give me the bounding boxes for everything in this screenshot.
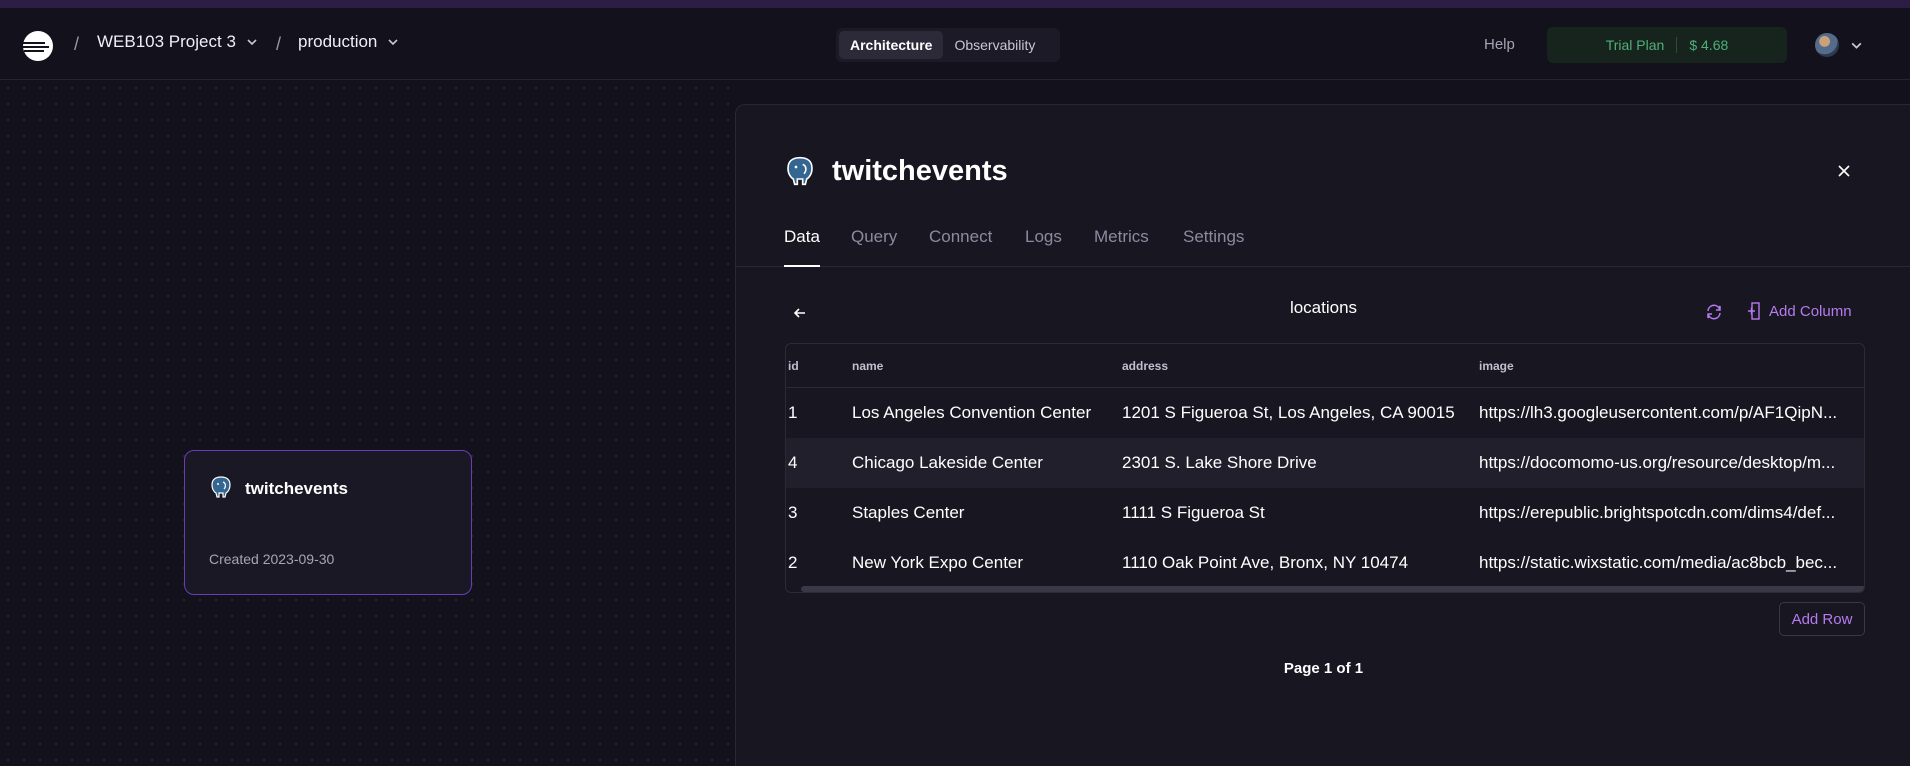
tab-connect[interactable]: Connect: [929, 225, 992, 267]
node-title: twitchevents: [245, 479, 348, 498]
cell-id: 1: [788, 403, 798, 422]
data-table: id name address image 1 Los Angeles Conv…: [785, 343, 1865, 593]
project-selector[interactable]: WEB103 Project 3: [97, 32, 258, 52]
top-navbar: / WEB103 Project 3 / production Architec…: [0, 8, 1910, 80]
panel-title: twitchevents: [832, 155, 1008, 187]
user-avatar[interactable]: [1815, 33, 1839, 57]
plan-label: Trial Plan: [1605, 37, 1665, 53]
horizontal-scrollbar[interactable]: [801, 586, 1864, 592]
column-header-address[interactable]: address: [1122, 359, 1472, 373]
table-row[interactable]: 3 Staples Center 1111 S Figueroa St http…: [786, 488, 1864, 538]
table-row[interactable]: 1 Los Angeles Convention Center 1201 S F…: [786, 388, 1864, 438]
architecture-canvas[interactable]: twitchevents Created 2023-09-30: [0, 80, 735, 766]
column-header-name[interactable]: name: [852, 359, 1112, 373]
help-link[interactable]: Help: [1484, 36, 1515, 53]
service-detail-panel: twitchevents Data Query Connect Logs Met…: [735, 104, 1910, 766]
tab-data[interactable]: Data: [784, 225, 820, 267]
chevron-down-icon: [388, 39, 398, 46]
pagination-label: Page 1 of 1: [1283, 660, 1364, 677]
cell-name: Chicago Lakeside Center: [852, 453, 1043, 472]
panel-tabs: Data Query Connect Logs Metrics Settings: [736, 225, 1910, 267]
observability-tab[interactable]: Observability: [943, 31, 1046, 59]
close-icon[interactable]: [1836, 163, 1852, 179]
chevron-down-icon: [247, 39, 257, 46]
cell-id: 4: [788, 453, 798, 472]
project-name: WEB103 Project 3: [97, 32, 236, 51]
add-column-label: Add Column: [1769, 302, 1852, 320]
table-row[interactable]: 2 New York Expo Center 1110 Oak Point Av…: [786, 538, 1864, 588]
node-created-date: Created 2023-09-30: [209, 551, 335, 567]
tab-settings[interactable]: Settings: [1183, 225, 1244, 267]
cell-address: 2301 S. Lake Shore Drive: [1122, 453, 1317, 472]
top-accent-strip: [0, 0, 1910, 8]
cell-address: 1201 S Figueroa St, Los Angeles, CA 9001…: [1122, 403, 1455, 422]
add-row-button[interactable]: Add Row: [1779, 602, 1865, 636]
view-toggle: Architecture Observability: [836, 28, 1060, 62]
tab-logs[interactable]: Logs: [1025, 225, 1062, 267]
breadcrumb-separator: /: [74, 34, 80, 54]
environment-selector[interactable]: production: [298, 32, 399, 52]
cell-image: https://lh3.googleusercontent.com/p/AF1Q…: [1479, 403, 1838, 422]
add-column-button[interactable]: Add Column: [1747, 302, 1852, 320]
refresh-icon[interactable]: [1705, 303, 1723, 321]
cell-address: 1111 S Figueroa St: [1122, 503, 1265, 522]
table-row[interactable]: 4 Chicago Lakeside Center 2301 S. Lake S…: [786, 438, 1864, 488]
chevron-down-icon[interactable]: [1850, 39, 1863, 52]
plan-divider: [1676, 37, 1678, 53]
table-header: id name address image: [786, 344, 1864, 388]
tab-metrics[interactable]: Metrics: [1094, 225, 1149, 267]
service-node-twitchevents[interactable]: twitchevents Created 2023-09-30: [184, 450, 472, 595]
column-header-id[interactable]: id: [788, 359, 828, 373]
postgres-elephant-icon: [787, 156, 813, 186]
cell-id: 3: [788, 503, 798, 522]
column-header-image[interactable]: image: [1479, 359, 1859, 373]
cell-address: 1110 Oak Point Ave, Bronx, NY 10474: [1122, 553, 1409, 572]
postgres-elephant-icon: [211, 476, 231, 498]
plan-balance: $ 4.68: [1689, 37, 1729, 53]
cell-id: 2: [788, 553, 798, 572]
cell-image: https://docomomo-us.org/resource/desktop…: [1479, 453, 1836, 472]
architecture-tab[interactable]: Architecture: [839, 31, 944, 59]
cell-name: New York Expo Center: [852, 553, 1024, 572]
breadcrumb-separator: /: [276, 34, 282, 54]
add-column-icon: [1748, 302, 1760, 320]
cell-name: Los Angeles Convention Center: [852, 403, 1092, 422]
railway-logo-icon[interactable]: [22, 30, 54, 62]
environment-name: production: [298, 32, 378, 51]
cell-name: Staples Center: [852, 503, 965, 522]
tab-query[interactable]: Query: [851, 225, 897, 267]
trial-plan-button[interactable]: Trial Plan $ 4.68: [1547, 27, 1787, 63]
cell-image: https://erepublic.brightspotcdn.com/dims…: [1479, 503, 1836, 522]
cell-image: https://static.wixstatic.com/media/ac8bc…: [1479, 553, 1838, 572]
table-name: locations: [1289, 298, 1358, 317]
